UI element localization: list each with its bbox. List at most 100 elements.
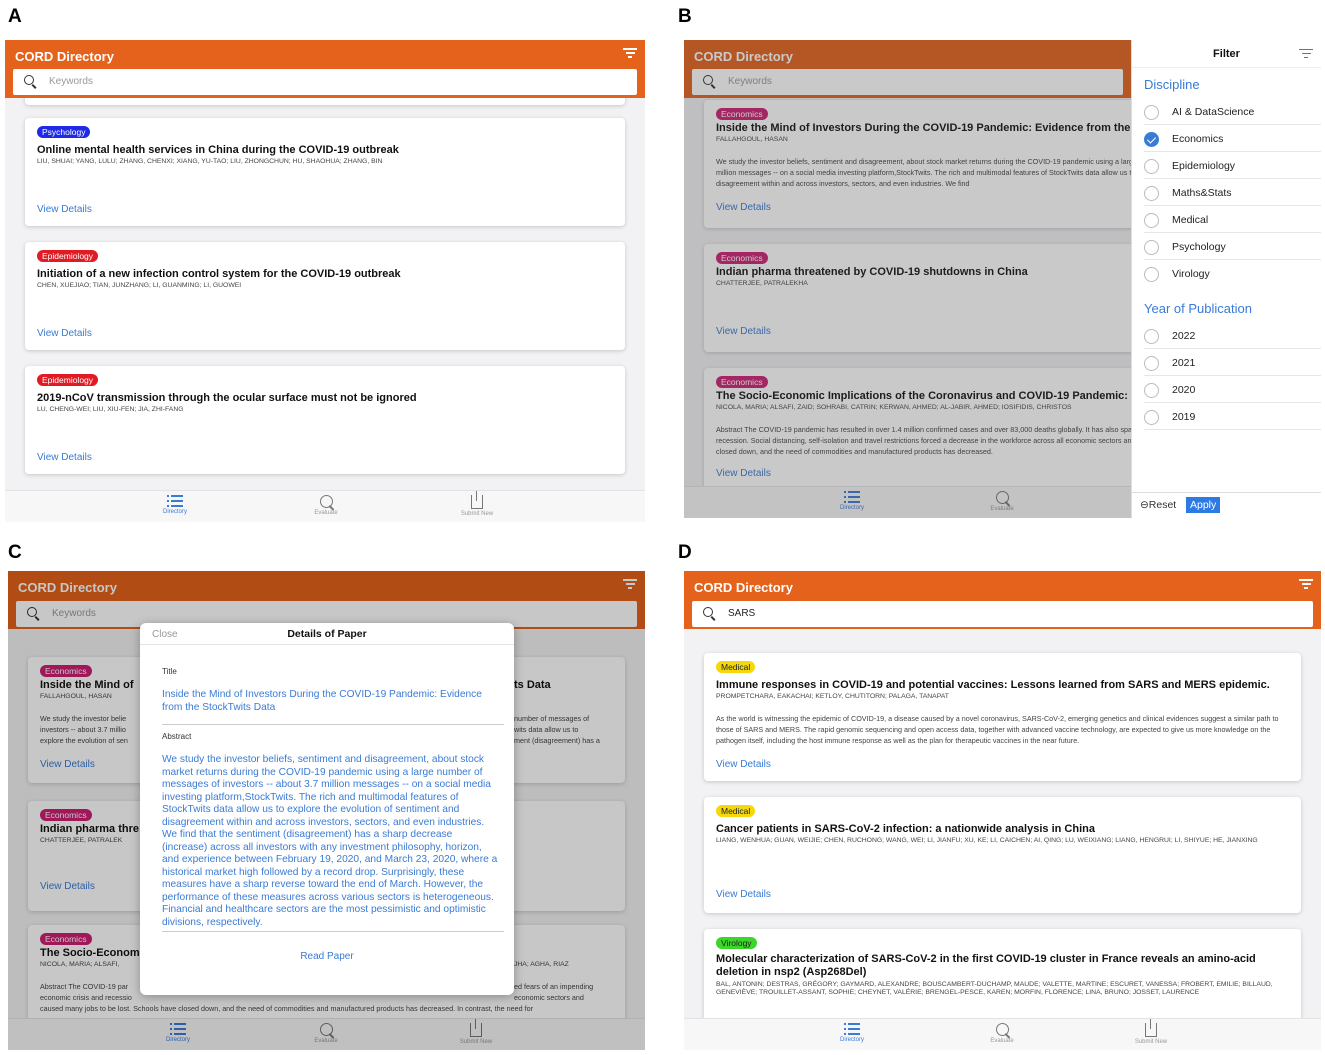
panel-label-b: B (678, 6, 692, 27)
filter-option-economics[interactable]: Economics (1144, 126, 1321, 152)
filter-option-virology[interactable]: Virology (1144, 261, 1321, 287)
paper-authors: PROMPETCHARA, EAKACHAI; KETLOY, CHUTITOR… (716, 693, 949, 700)
view-details-link[interactable]: View Details (716, 759, 771, 770)
view-details-link[interactable]: View Details (37, 204, 92, 215)
filter-footer: ⊖Reset Apply (1132, 492, 1321, 518)
discipline-badge: Medical (716, 805, 756, 817)
paper-list: Medical Immune responses in COVID-19 and… (684, 629, 1321, 1018)
paper-authors: BAL, ANTONIN; DESTRAS, GRÉGORY; GAYMARD,… (716, 981, 1273, 997)
search-placeholder: Keywords (49, 76, 93, 87)
paper-card[interactable]: Psychology Online mental health services… (25, 118, 625, 226)
tab-evaluate[interactable]: Evaluate (962, 1023, 1042, 1044)
paper-card[interactable] (25, 98, 625, 105)
radio-button[interactable] (1144, 159, 1159, 174)
filter-icon[interactable] (1299, 49, 1313, 59)
paper-title: Immune responses in COVID-19 and potenti… (716, 679, 1270, 691)
modal-title: Details of Paper (287, 628, 367, 640)
paper-card[interactable]: Medical Immune responses in COVID-19 and… (704, 653, 1301, 781)
tab-submit-new[interactable]: Submit New (437, 491, 517, 517)
tab-directory[interactable]: Directory (135, 495, 215, 515)
paper-card[interactable]: Virology Molecular characterization of S… (704, 929, 1301, 1018)
list-icon (844, 1023, 860, 1035)
panel-c: CORD Directory Keywords Economics Inside… (8, 571, 645, 1050)
modal-header: Close Details of Paper (140, 623, 514, 645)
filter-icon[interactable] (623, 48, 637, 58)
radio-button[interactable] (1144, 105, 1159, 120)
panel-label-c: C (8, 542, 22, 563)
panel-d: CORD Directory SARS Medical Immune respo… (684, 571, 1321, 1050)
paper-title: 2019-nCoV transmission through the ocula… (37, 392, 417, 404)
panel-label-d: D (678, 542, 692, 563)
tab-submit-new[interactable]: Submit New (1111, 1019, 1191, 1045)
option-label: AI & DataScience (1172, 106, 1255, 118)
radio-button[interactable] (1144, 186, 1159, 201)
abstract-label: Abstract (162, 732, 192, 741)
filter-option-2020[interactable]: 2020 (1144, 377, 1321, 403)
apply-button[interactable]: Apply (1186, 497, 1221, 513)
app-screen: CORD Directory Keywords Psychology Onlin… (5, 40, 645, 522)
reset-button[interactable]: ⊖Reset (1140, 499, 1176, 511)
option-label: Virology (1172, 268, 1210, 280)
paper-abstract: As the world is witnessing the epidemic … (716, 714, 1279, 745)
search-input[interactable]: SARS (692, 601, 1313, 627)
filter-option-2021[interactable]: 2021 (1144, 350, 1321, 376)
paper-authors: LIU, SHUAI; YANG, LULU; ZHANG, CHENXI; X… (37, 158, 383, 165)
read-paper-link[interactable]: Read Paper (140, 951, 514, 962)
radio-button[interactable] (1144, 267, 1159, 282)
view-details-link[interactable]: View Details (37, 452, 92, 463)
tab-label: Directory (162, 509, 187, 515)
filter-option-maths[interactable]: Maths&Stats (1144, 180, 1321, 206)
radio-button[interactable] (1144, 410, 1159, 425)
option-label: Medical (1172, 214, 1209, 226)
discipline-badge: Virology (716, 937, 757, 949)
filter-option-epidemiology[interactable]: Epidemiology (1144, 153, 1321, 179)
paper-authors: LIANG, WENHUA; GUAN, WEIJIE; CHEN, RUCHO… (716, 837, 1258, 844)
option-label: Economics (1172, 133, 1224, 145)
paper-details-modal: Close Details of Paper Title Inside the … (140, 623, 514, 995)
option-label: 2021 (1172, 357, 1196, 369)
app-title: CORD Directory (694, 580, 793, 595)
view-details-link[interactable]: View Details (716, 889, 771, 900)
search-icon (703, 607, 713, 617)
paper-card[interactable]: Epidemiology 2019-nCoV transmission thro… (25, 366, 625, 474)
search-icon (24, 75, 34, 85)
paper-title: Initiation of a new infection control sy… (37, 268, 401, 280)
tab-directory[interactable]: Directory (812, 1023, 892, 1043)
option-label: Maths&Stats (1172, 187, 1232, 199)
tab-label: Submit New (460, 511, 494, 517)
search-input[interactable]: Keywords (13, 69, 637, 95)
filter-panel: Filter Discipline AI & DataScience Econo… (1131, 40, 1321, 518)
panel-b: CORD Directory Keywords Economics Inside… (684, 40, 1321, 518)
radio-button[interactable] (1144, 329, 1159, 344)
share-icon (471, 491, 483, 509)
paper-list: Psychology Online mental health services… (5, 98, 645, 486)
tab-bar: Directory Evaluate Submit New (684, 1018, 1321, 1050)
filter-option-medical[interactable]: Medical (1144, 207, 1321, 233)
panel-a: CORD Directory Keywords Psychology Onlin… (5, 40, 645, 522)
option-label: Epidemiology (1172, 160, 1236, 172)
option-label: 2022 (1172, 330, 1196, 342)
filter-option-psychology[interactable]: Psychology (1144, 234, 1321, 260)
paper-title: Online mental health services in China d… (37, 144, 399, 156)
option-label: Psychology (1172, 241, 1226, 253)
filter-option-2019[interactable]: 2019 (1144, 404, 1321, 430)
radio-button[interactable] (1144, 213, 1159, 228)
tab-evaluate[interactable]: Evaluate (286, 495, 366, 516)
app-screen: CORD Directory SARS Medical Immune respo… (684, 571, 1321, 1050)
view-details-link[interactable]: View Details (37, 328, 92, 339)
filter-option-2022[interactable]: 2022 (1144, 323, 1321, 349)
paper-title: Cancer patients in SARS-CoV-2 infection:… (716, 823, 1095, 835)
radio-button[interactable] (1144, 356, 1159, 371)
radio-button[interactable] (1144, 383, 1159, 398)
filter-icon[interactable] (1299, 579, 1313, 589)
app-title: CORD Directory (15, 49, 114, 64)
radio-button[interactable] (1144, 240, 1159, 255)
radio-button-checked[interactable] (1144, 132, 1159, 147)
tab-label: Evaluate (314, 510, 338, 516)
panel-label-a: A (8, 6, 22, 27)
filter-option-ai[interactable]: AI & DataScience (1144, 99, 1321, 125)
dim-overlay[interactable] (684, 40, 1131, 518)
app-header: CORD Directory SARS (684, 571, 1321, 629)
paper-card[interactable]: Epidemiology Initiation of a new infecti… (25, 242, 625, 350)
paper-card[interactable]: Medical Cancer patients in SARS-CoV-2 in… (704, 797, 1301, 913)
